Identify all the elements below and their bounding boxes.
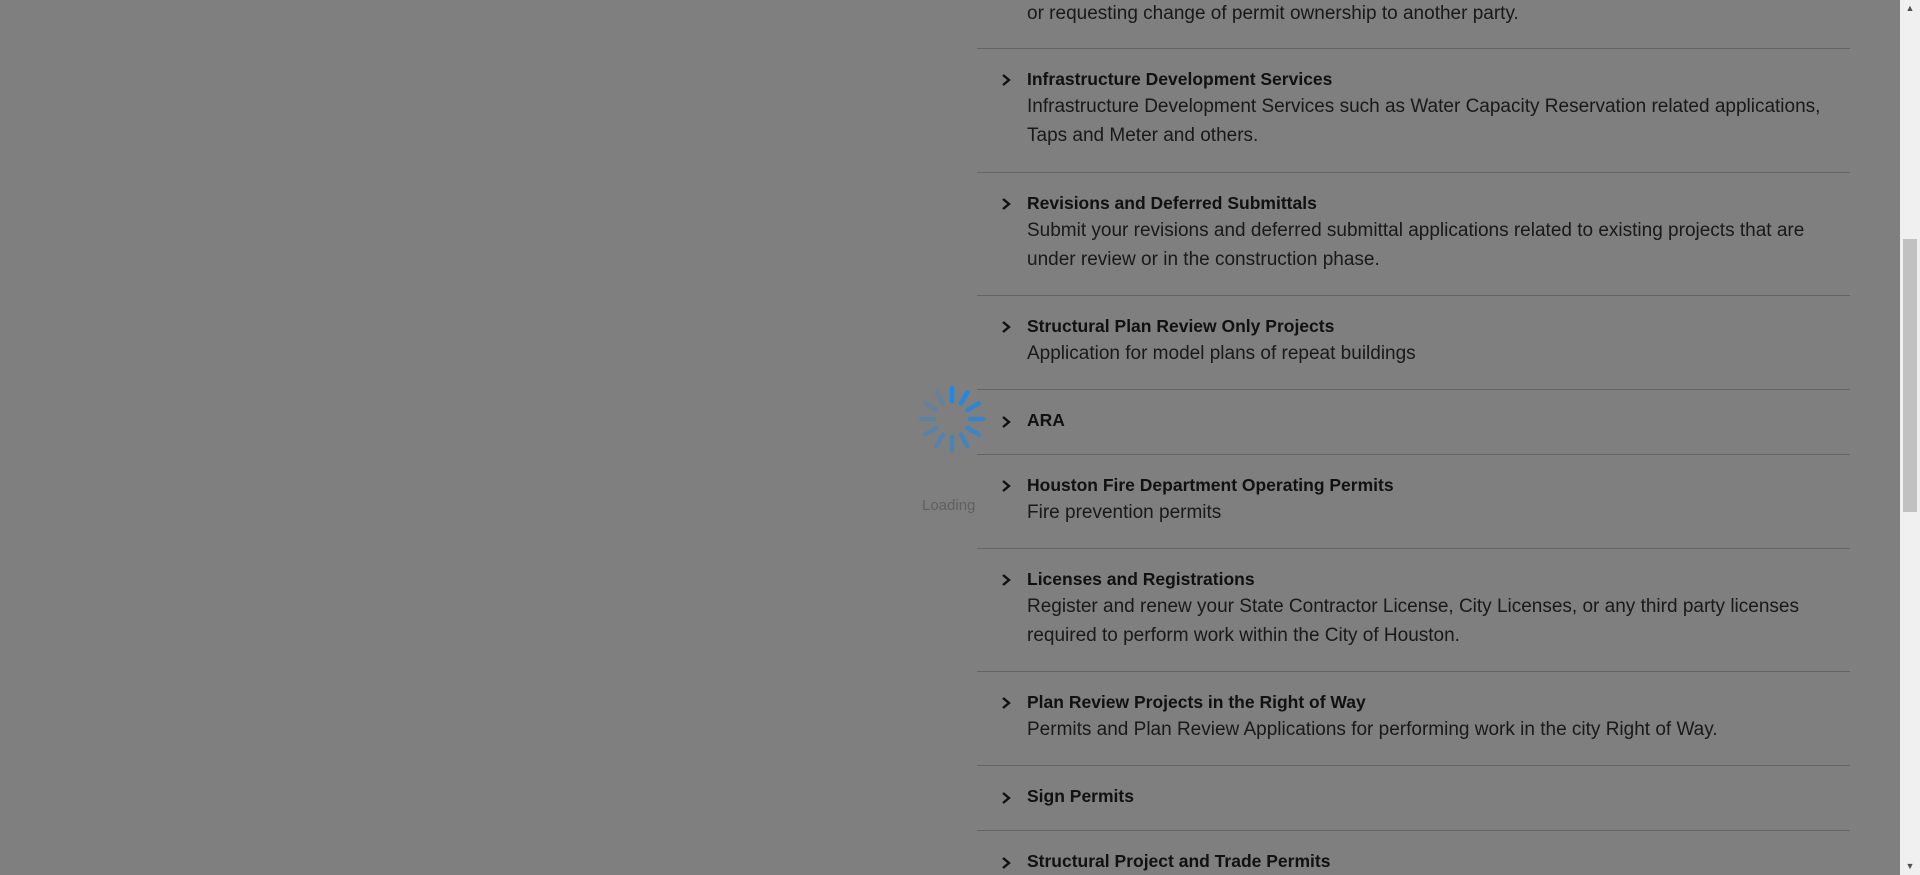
vertical-scrollbar[interactable]: ▲ ▼ bbox=[1900, 0, 1920, 875]
loading-label: Loading bbox=[922, 497, 976, 514]
scrollbar-thumb[interactable] bbox=[1903, 239, 1917, 512]
scroll-up-arrow-icon[interactable]: ▲ bbox=[1900, 0, 1920, 17]
scroll-down-arrow-icon[interactable]: ▼ bbox=[1900, 858, 1920, 875]
loading-spinner-icon bbox=[918, 385, 986, 453]
page: or requesting change of permit ownership… bbox=[0, 0, 1920, 875]
loading-overlay: Loading bbox=[0, 0, 1920, 875]
